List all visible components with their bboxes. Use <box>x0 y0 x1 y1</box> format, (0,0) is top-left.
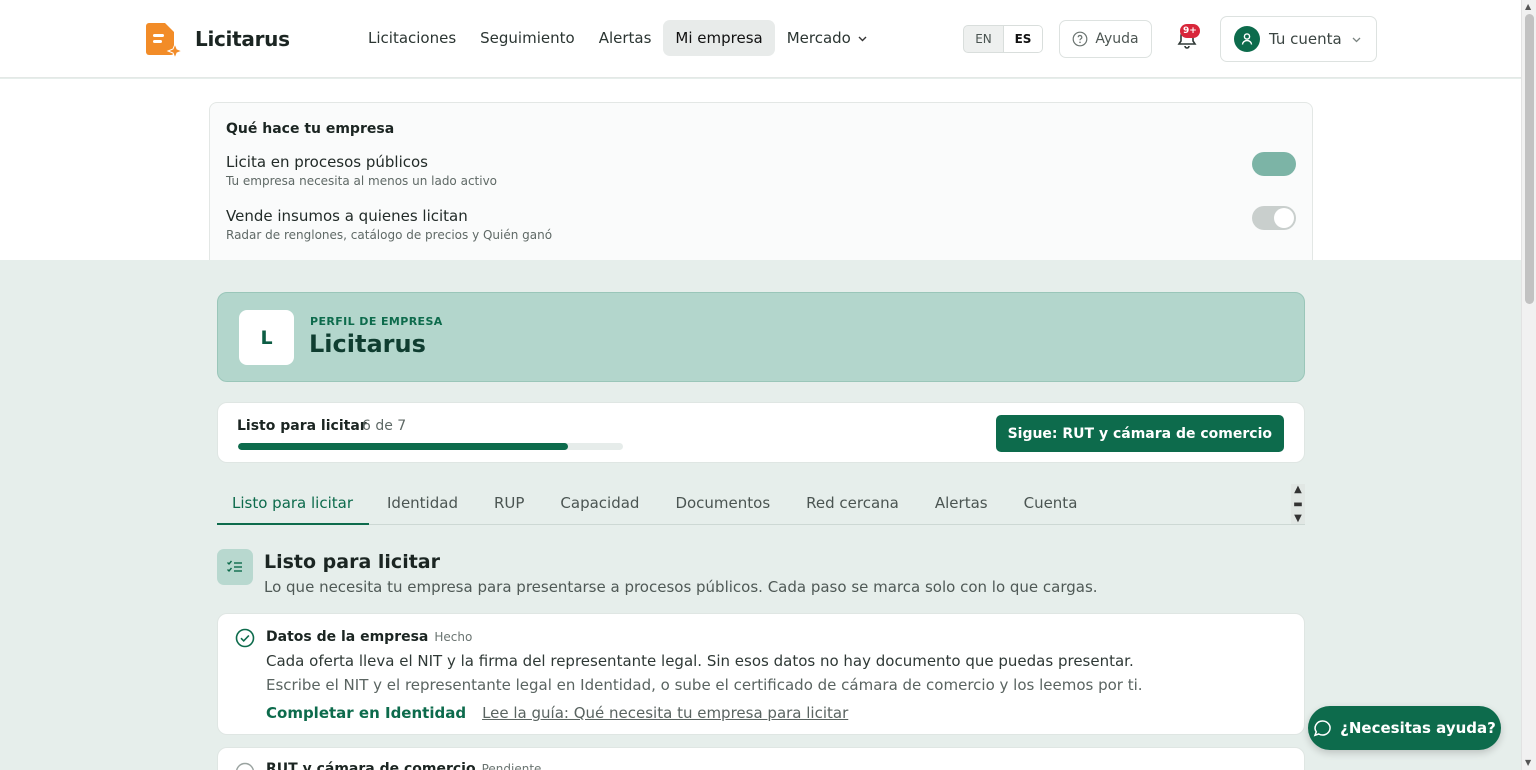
nav-mercado[interactable]: Mercado <box>775 20 880 56</box>
nav-mercado-label: Mercado <box>786 29 851 47</box>
top-navigation-bar: Licitarus Licitaciones Seguimiento Alert… <box>0 0 1521 78</box>
check-circle-icon <box>235 628 255 648</box>
company-initial-avatar: L <box>239 310 294 365</box>
profile-tabs: Listo para licitar Identidad RUP Capacid… <box>217 482 1305 525</box>
question-circle-icon <box>1072 31 1088 47</box>
scroll-handle-icon: ▬ <box>1293 498 1303 510</box>
bids-public-title: Licita en procesos públicos <box>226 153 428 171</box>
section-description: Lo que necesita tu empresa para presenta… <box>264 578 1098 596</box>
tab-listo-para-licitar[interactable]: Listo para licitar <box>217 482 369 525</box>
activity-title: Qué hace tu empresa <box>226 121 395 137</box>
readiness-progress-bar <box>238 443 623 450</box>
help-label: Ayuda <box>1095 31 1139 47</box>
language-switch: EN ES <box>963 25 1043 53</box>
checklist-icon <box>217 549 253 585</box>
section-title: Listo para licitar <box>264 551 440 573</box>
brand-logo[interactable]: Licitarus <box>146 20 290 58</box>
progress-fill <box>238 443 568 450</box>
tab-documentos[interactable]: Documentos <box>657 482 788 524</box>
step-status: Pendiente <box>481 762 542 770</box>
lang-en-button[interactable]: EN <box>964 26 1003 52</box>
account-menu-button[interactable]: Tu cuenta <box>1220 16 1377 62</box>
page-scrollbar[interactable]: ▲ ▼ <box>1521 0 1536 770</box>
readiness-count: 6 de 7 <box>362 418 407 434</box>
step-card-rut: RUT y cámara de comercio Pendiente <box>217 747 1305 770</box>
scroll-up-icon[interactable]: ▲ <box>1525 2 1531 11</box>
sells-supplies-title: Vende insumos a quienes licitan <box>226 207 468 225</box>
tab-cuenta[interactable]: Cuenta <box>1006 482 1096 524</box>
chat-help-label: ¿Necesitas ayuda? <box>1340 719 1496 737</box>
step-title-text: RUT y cámara de comercio <box>266 761 476 770</box>
readiness-label: Listo para licitar <box>237 418 367 434</box>
scroll-up-icon[interactable]: ▲ <box>1294 484 1302 495</box>
nav-licitaciones[interactable]: Licitaciones <box>356 20 468 56</box>
chat-bubble-icon <box>1313 719 1331 737</box>
tab-capacidad[interactable]: Capacidad <box>542 482 657 524</box>
main-nav: Licitaciones Seguimiento Alertas Mi empr… <box>356 20 880 56</box>
tabs-scrollbar[interactable]: ▲ ▬ ▼ <box>1291 484 1305 524</box>
tab-alertas[interactable]: Alertas <box>917 482 1006 524</box>
sells-supplies-row: Vende insumos a quienes licitan Radar de… <box>226 207 552 242</box>
avatar <box>1234 26 1260 52</box>
scroll-down-icon[interactable]: ▼ <box>1294 513 1302 524</box>
step-card-company-data: Datos de la empresa Hecho Cada oferta lle… <box>217 613 1305 735</box>
tab-rup[interactable]: RUP <box>476 482 542 524</box>
help-button[interactable]: Ayuda <box>1059 20 1152 58</box>
step-title: Datos de la empresa Hecho <box>266 629 472 645</box>
tab-identidad[interactable]: Identidad <box>369 482 476 524</box>
company-name: Licitarus <box>309 330 426 358</box>
brand-name: Licitarus <box>195 27 290 51</box>
bids-public-toggle[interactable] <box>1252 152 1296 176</box>
profile-kicker: PERFIL DE EMPRESA <box>310 315 443 328</box>
nav-mi-empresa[interactable]: Mi empresa <box>663 20 775 56</box>
notification-badge: 9+ <box>1180 24 1200 38</box>
scroll-down-icon[interactable]: ▼ <box>1525 758 1531 767</box>
step-status: Hecho <box>434 630 473 644</box>
logo-icon <box>146 23 182 58</box>
nav-alertas[interactable]: Alertas <box>587 20 664 56</box>
chat-help-button[interactable]: ¿Necesitas ayuda? <box>1308 706 1501 750</box>
account-label: Tu cuenta <box>1269 30 1342 48</box>
scrollbar-thumb[interactable] <box>1525 14 1534 304</box>
step-hint: Escribe el NIT y el representante legal … <box>266 676 1143 694</box>
nav-seguimiento[interactable]: Seguimiento <box>468 20 587 56</box>
sells-supplies-toggle[interactable] <box>1252 206 1296 230</box>
user-icon <box>1241 33 1253 45</box>
empty-circle-icon <box>236 762 254 770</box>
company-profile-header: L PERFIL DE EMPRESA Licitarus <box>217 292 1305 382</box>
guide-link[interactable]: Lee la guía: Qué necesita tu empresa par… <box>482 704 848 722</box>
sells-supplies-subtitle: Radar de renglones, catálogo de precios … <box>226 228 553 242</box>
chevron-down-icon <box>1352 37 1361 42</box>
company-activity-card: Qué hace tu empresa Licita en procesos p… <box>209 102 1313 260</box>
next-step-button[interactable]: Sigue: RUT y cámara de comercio <box>995 415 1284 452</box>
lang-es-button[interactable]: ES <box>1003 26 1042 52</box>
chevron-down-icon <box>858 36 867 41</box>
complete-identity-link[interactable]: Completar en Identidad <box>266 704 466 722</box>
bids-public-row: Licita en procesos públicos Tu empresa n… <box>226 153 497 188</box>
readiness-card: Listo para licitar 6 de 7 Sigue: RUT y c… <box>217 402 1305 463</box>
bids-public-subtitle: Tu empresa necesita al menos un lado act… <box>226 174 498 188</box>
tab-red-cercana[interactable]: Red cercana <box>788 482 917 524</box>
step-title-text: Datos de la empresa <box>266 629 429 645</box>
toggle-knob <box>1274 208 1294 228</box>
step-actions: Completar en Identidad Lee la guía: Qué … <box>266 704 848 722</box>
step-description: Cada oferta lleva el NIT y la firma del … <box>266 652 1134 670</box>
step-title: RUT y cámara de comercio Pendiente <box>266 761 541 770</box>
